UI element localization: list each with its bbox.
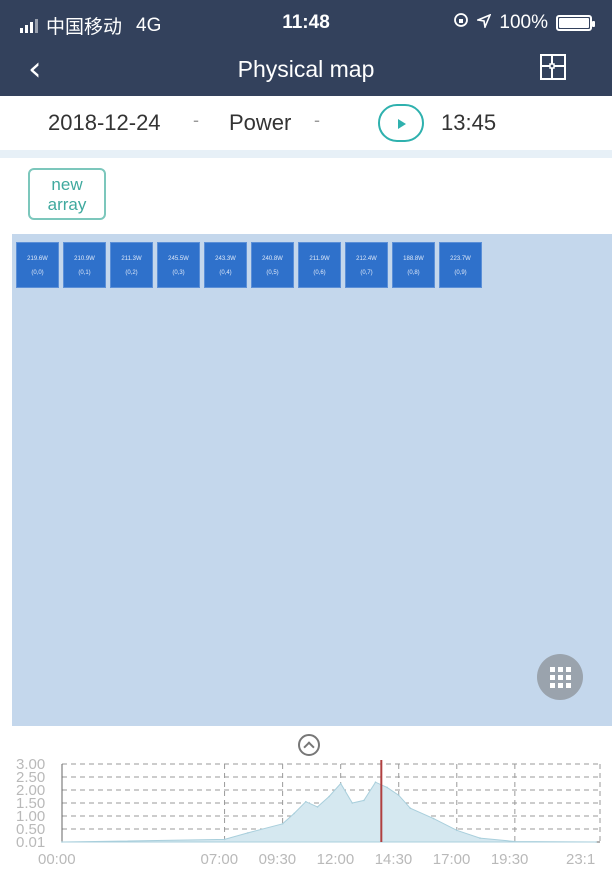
play-icon <box>398 119 406 129</box>
x-tick-label: 23:1 <box>566 851 595 868</box>
lock-rotation-icon <box>453 12 469 34</box>
data-point <box>247 832 249 834</box>
x-tick-label: 09:30 <box>259 851 297 868</box>
panel-id: (0,2) <box>125 270 138 276</box>
solar-panel-7[interactable]: 212.4W (0,7) <box>345 242 388 288</box>
data-point <box>595 841 597 843</box>
data-point <box>397 794 400 796</box>
panel-id: (0,4) <box>219 270 232 276</box>
new-array-button[interactable]: new array <box>28 168 106 220</box>
panel-power-value: 245.5W <box>168 256 189 262</box>
solar-panel-4[interactable]: 243.3W (0,4) <box>204 242 247 288</box>
current-time: 13:45 <box>441 110 497 135</box>
grid-icon <box>550 667 571 688</box>
panel-power-value: 188.8W <box>403 256 424 262</box>
panel-power-value: 243.3W <box>215 256 236 262</box>
data-point <box>328 795 330 798</box>
solar-panel-2[interactable]: 211.3W (0,2) <box>110 242 153 288</box>
panel-id: (0,8) <box>407 270 420 276</box>
status-right: 100% <box>453 12 595 34</box>
solar-panel-6[interactable]: 211.9W (0,6) <box>298 242 341 288</box>
panel-id: (0,7) <box>360 270 373 276</box>
solar-panel-9[interactable]: 223.7W (0,9) <box>439 242 482 288</box>
data-point <box>363 799 365 802</box>
power-chart[interactable]: 3.002.502.001.501.000.500.0100:00 07:00 09… <box>0 756 612 871</box>
battery-icon <box>556 15 595 31</box>
new-array-label-line2: array <box>47 195 87 214</box>
floor-plan-icon[interactable] <box>538 52 568 82</box>
divider <box>0 150 612 158</box>
physical-map-canvas[interactable]: 219.6W (0,0) 210.9W (0,1) 211.3W (0,2) 245.5W (… <box>12 234 612 726</box>
data-point <box>456 829 458 832</box>
header-bar: 中国移动 4G 11:48 100% ‹ Physical map <box>0 0 612 96</box>
toolbar-area: new array <box>0 158 612 234</box>
x-tick-label: 12:00 <box>317 851 355 868</box>
battery-percent: 100% <box>499 12 548 33</box>
play-button[interactable] <box>378 104 424 142</box>
collapse-chevron-up-icon[interactable] <box>298 734 320 756</box>
data-point <box>305 800 307 803</box>
solar-panel-5[interactable]: 240.8W (0,5) <box>251 242 294 288</box>
x-tick-label: 19:30 <box>491 851 529 868</box>
panel-id: (0,1) <box>78 270 91 276</box>
panel-array: 219.6W (0,0) 210.9W (0,1) 211.3W (0,2) 245.5W (… <box>16 242 482 288</box>
solar-panel-0[interactable]: 219.6W (0,0) <box>16 242 59 288</box>
x-tick-label: 17:00 <box>433 851 471 868</box>
panel-power-value: 219.6W <box>27 256 48 262</box>
panel-id: (0,6) <box>313 270 326 276</box>
data-point <box>479 837 481 839</box>
data-point <box>514 840 516 843</box>
page-title: Physical map <box>237 56 375 82</box>
panel-id: (0,5) <box>266 270 279 276</box>
power-area-series <box>61 781 597 843</box>
data-point <box>281 823 284 825</box>
data-point <box>316 806 319 808</box>
solar-panel-3[interactable]: 245.5W (0,3) <box>157 242 200 288</box>
panel-id: (0,9) <box>454 270 467 276</box>
panel-id: (0,0) <box>31 270 44 276</box>
data-point <box>61 841 63 843</box>
date-dropdown-icon[interactable]: - <box>193 110 199 131</box>
power-chart-area: 3.00 2.50 2.00 1.50 1.00 0.50 0.01 00:00 07:00 09… <box>0 726 612 871</box>
battery-fill <box>559 18 589 28</box>
data-point <box>223 838 226 841</box>
filter-row: 2018-12-24 - Power - 13:45 <box>0 96 612 150</box>
panel-id: (0,3) <box>172 270 185 276</box>
new-array-label-line1: new <box>51 175 83 194</box>
panel-power-value: 211.3W <box>121 256 142 262</box>
y-tick-label: 0.01 <box>16 834 45 851</box>
x-tick-label: 14:30 <box>375 851 413 868</box>
data-point <box>374 781 377 783</box>
data-point <box>386 786 388 789</box>
metric-dropdown-icon[interactable]: - <box>314 110 320 131</box>
data-point <box>351 802 354 804</box>
data-point <box>339 782 342 785</box>
location-icon <box>475 12 492 34</box>
panel-power-value: 212.4W <box>356 256 377 262</box>
grid-menu-button[interactable] <box>537 654 583 700</box>
panel-power-value: 223.7W <box>450 256 471 262</box>
status-bar: 中国移动 4G 11:48 100% <box>0 0 612 44</box>
x-tick-label: 00:00 <box>38 851 76 868</box>
panel-power-value: 210.9W <box>74 256 95 262</box>
panel-power-value: 240.8W <box>262 256 283 262</box>
data-point <box>409 807 412 809</box>
nav-bar: ‹ Physical map <box>0 44 612 96</box>
solar-panel-1[interactable]: 210.9W (0,1) <box>63 242 106 288</box>
data-point <box>432 817 435 820</box>
solar-panel-8[interactable]: 188.8W (0,8) <box>392 242 435 288</box>
panel-power-value: 211.9W <box>309 256 330 262</box>
metric-selector[interactable]: Power <box>229 110 291 136</box>
x-tick-label: 07:00 <box>201 851 239 868</box>
data-point <box>293 812 296 815</box>
date-selector[interactable]: 2018-12-24 <box>48 110 161 136</box>
